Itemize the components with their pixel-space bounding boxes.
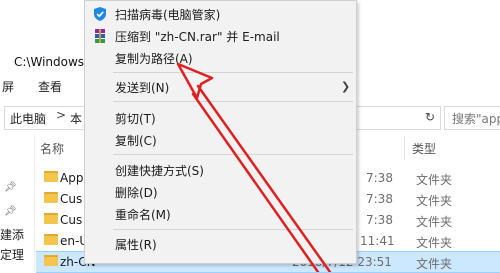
shield-icon <box>94 7 106 21</box>
breadcrumb-separator-icon: > <box>56 108 67 122</box>
context-menu: 扫描病毒(电脑管家) 压缩到 "zh-CN.rar" 并 E-mail 复制为路… <box>84 0 357 264</box>
menu-separator <box>113 101 353 102</box>
menu-item-scan-virus[interactable]: 扫描病毒(电脑管家) <box>85 3 356 25</box>
column-header-name[interactable]: 名称 <box>40 140 64 157</box>
menu-item-label: 复制为路径(A) <box>115 52 193 66</box>
folder-icon <box>44 255 58 266</box>
breadcrumb-this-pc[interactable]: 此电脑 <box>10 110 46 127</box>
menu-item-delete[interactable]: 删除(D) <box>85 181 356 203</box>
menu-item-copy-as-path[interactable]: 复制为路径(A) <box>85 47 356 69</box>
menu-item-label: 创建快捷方式(S) <box>115 164 204 178</box>
column-header-type[interactable]: 类型 <box>412 140 436 157</box>
folder-icon <box>44 213 58 224</box>
file-type: 文件夹 <box>416 215 453 229</box>
breadcrumb-local-disk[interactable]: 本 <box>70 110 82 127</box>
pin-icon[interactable]: 📌︎ <box>4 206 17 217</box>
navigation-pane: 📌︎ 📌︎ 建添 定理 <box>0 134 35 272</box>
column-divider[interactable] <box>404 136 405 160</box>
menu-separator <box>113 72 353 73</box>
menu-item-label: 扫描病毒(电脑管家) <box>115 8 221 22</box>
menu-item-cut[interactable]: 剪切(T) <box>85 107 356 129</box>
menu-item-send-to[interactable]: 发送到(N) ❯ <box>85 76 356 98</box>
tab-view[interactable]: 查看 <box>38 78 62 95</box>
nav-item[interactable]: 定理 <box>0 246 24 263</box>
menu-item-label: 重命名(M) <box>115 208 171 222</box>
search-placeholder: 搜索"app <box>452 112 500 126</box>
menu-item-compress-email[interactable]: 压缩到 "zh-CN.rar" 并 E-mail <box>85 25 356 47</box>
folder-icon <box>44 171 58 182</box>
file-type: 文件夹 <box>416 194 453 208</box>
menu-item-label: 删除(D) <box>115 186 158 200</box>
file-type: 文件夹 <box>416 173 453 187</box>
file-type: 文件夹 <box>416 236 453 250</box>
folder-icon <box>44 192 58 203</box>
file-name: App <box>60 171 84 185</box>
menu-separator <box>113 154 353 155</box>
file-name: Cus <box>60 213 83 227</box>
menu-item-label: 复制(C) <box>115 134 157 148</box>
menu-separator <box>113 229 353 230</box>
file-date: 7:38 <box>366 171 393 185</box>
nav-item[interactable]: 建添 <box>0 226 24 243</box>
menu-item-properties[interactable]: 属性(R) <box>85 233 356 255</box>
tab-share[interactable]: 屏 <box>2 78 14 95</box>
menu-item-label: 压缩到 "zh-CN.rar" 并 E-mail <box>115 30 280 44</box>
window-title-path: C:\Windows <box>14 55 85 69</box>
folder-icon <box>44 234 58 245</box>
menu-item-label: 剪切(T) <box>115 112 156 126</box>
file-date: 7:38 <box>366 213 393 227</box>
file-date: 11:41 <box>360 234 395 248</box>
menu-item-copy[interactable]: 复制(C) <box>85 129 356 151</box>
file-name: Cus <box>60 192 83 206</box>
menu-item-rename[interactable]: 重命名(M) <box>85 203 356 225</box>
menu-item-label: 发送到(N) <box>115 81 170 95</box>
file-type: 文件夹 <box>416 257 453 271</box>
pin-icon[interactable]: 📌︎ <box>4 182 17 193</box>
file-date: 7:38 <box>366 192 393 206</box>
menu-item-label: 属性(R) <box>115 238 157 252</box>
refresh-icon[interactable]: ↻ <box>425 110 435 124</box>
winrar-icon <box>95 29 105 43</box>
chevron-right-icon: ❯ <box>341 80 351 93</box>
menu-item-create-shortcut[interactable]: 创建快捷方式(S) <box>85 159 356 181</box>
